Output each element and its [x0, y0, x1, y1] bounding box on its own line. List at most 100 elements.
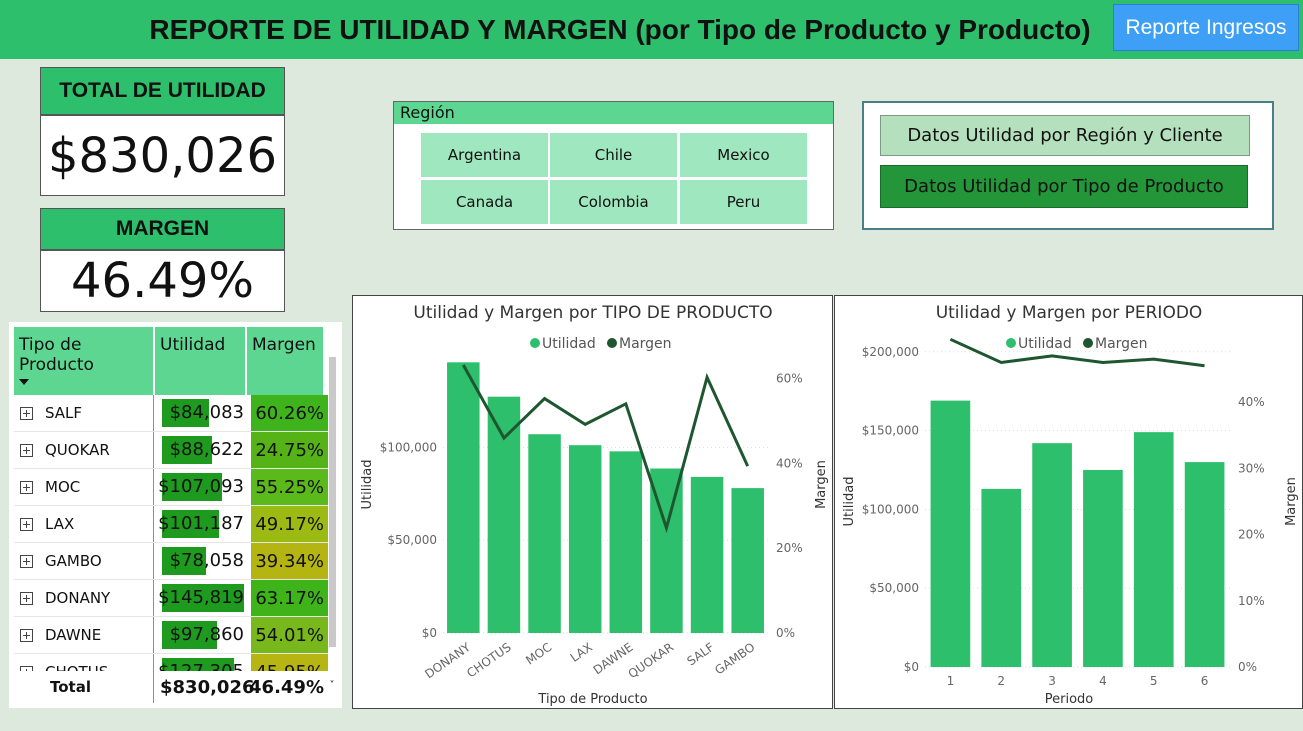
bar-utilidad: [447, 362, 480, 633]
expand-plus-icon[interactable]: [20, 591, 33, 605]
row-utilidad-cell: $78,058: [158, 543, 246, 579]
legend-dot-utilidad: [530, 338, 540, 348]
navigation-panel: Datos Utilidad por Región y Cliente Dato…: [862, 101, 1274, 230]
bar-utilidad: [1083, 469, 1123, 667]
column-header-utilidad[interactable]: Utilidad: [155, 327, 245, 395]
region-slicer-title: Región: [394, 102, 833, 124]
region-option-peru[interactable]: Peru: [680, 180, 807, 224]
y2-tick-label: 0%: [1238, 660, 1257, 674]
reporte-ingresos-button[interactable]: Reporte Ingresos: [1113, 4, 1299, 51]
x-tick-label: LAX: [568, 640, 595, 665]
y-tick-label: $100,000: [380, 440, 437, 454]
table-row[interactable]: MOC $107,093 55.25%: [14, 469, 328, 506]
row-name-cell: DAWNE: [14, 617, 154, 653]
table-row[interactable]: LAX $101,187 49.17%: [14, 506, 328, 543]
y-tick-label: $150,000: [862, 424, 919, 438]
table-scrollbar[interactable]: ˅: [327, 327, 337, 697]
margen-label: MARGEN: [40, 208, 285, 250]
table-row[interactable]: DONANY $145,819 63.17%: [14, 580, 328, 617]
bar-utilidad: [690, 476, 724, 633]
table-row[interactable]: GAMBO $78,058 39.34%: [14, 543, 328, 580]
bar-utilidad: [981, 488, 1022, 667]
region-option-canada[interactable]: Canada: [421, 180, 548, 224]
x-tick-label: 6: [1201, 674, 1209, 688]
scrollbar-thumb[interactable]: [329, 357, 336, 647]
row-product-name: SALF: [45, 404, 83, 422]
table-row[interactable]: CHOTUS $127,305 45.95%: [14, 654, 328, 671]
row-utilidad-cell: $84,083: [158, 395, 246, 431]
x-tick-label: CHOTUS: [464, 640, 513, 680]
y2-axis-title: Margen: [814, 460, 829, 509]
table-row[interactable]: DAWNE $97,860 54.01%: [14, 617, 328, 654]
row-product-name: DONANY: [45, 589, 111, 607]
y-tick-label: $200,000: [862, 345, 919, 359]
line-margen: [949, 337, 1205, 368]
y2-tick-label: 0%: [776, 626, 795, 640]
bar-utilidad: [528, 434, 561, 633]
margen-value: 46.49%: [40, 250, 285, 312]
row-name-cell: CHOTUS: [14, 654, 154, 671]
table-row[interactable]: QUOKAR $88,622 24.75%: [14, 432, 328, 469]
y-tick-label: $100,000: [862, 502, 919, 516]
column-header-tipo[interactable]: Tipo de Producto: [14, 327, 153, 395]
x-tick-label: 1: [947, 674, 955, 688]
row-margen: 54.01%: [251, 617, 328, 653]
region-option-chile[interactable]: Chile: [550, 133, 677, 177]
row-margen: 24.75%: [251, 432, 328, 468]
row-utilidad: $127,305: [158, 654, 244, 671]
row-product-name: CHOTUS: [45, 663, 108, 671]
row-utilidad: $88,622: [169, 439, 244, 460]
expand-plus-icon[interactable]: [20, 443, 33, 457]
total-margen: 46.49%: [249, 676, 324, 698]
datos-region-cliente-button[interactable]: Datos Utilidad por Región y Cliente: [880, 115, 1250, 156]
row-name-cell: SALF: [14, 395, 154, 431]
scroll-down-icon[interactable]: ˅: [327, 679, 337, 693]
x-tick-label: DONANY: [422, 640, 473, 682]
page-title: REPORTE DE UTILIDAD Y MARGEN (por Tipo d…: [149, 13, 1091, 45]
column-header-tipo-label: Tipo de Producto: [19, 335, 94, 375]
row-margen: 63.17%: [251, 580, 328, 616]
region-option-argentina[interactable]: Argentina: [421, 133, 548, 177]
x-tick-label: 2: [997, 674, 1005, 688]
row-margen: 60.26%: [251, 395, 328, 431]
y2-tick-label: 60%: [776, 371, 803, 385]
row-utilidad-cell: $88,622: [158, 432, 246, 468]
row-utilidad-cell: $127,305: [158, 654, 246, 671]
row-product-name: MOC: [45, 478, 81, 496]
table-row[interactable]: SALF $84,083 60.26%: [14, 395, 328, 432]
y-axis-title: Utilidad: [842, 477, 857, 527]
row-utilidad-cell: $145,819: [158, 580, 246, 616]
bar-utilidad: [1133, 432, 1174, 667]
region-option-colombia[interactable]: Colombia: [550, 180, 677, 224]
row-name-cell: DONANY: [14, 580, 154, 616]
bar-utilidad: [731, 488, 764, 633]
table-total-row: Total $830,026 46.49%: [14, 671, 328, 703]
row-utilidad: $97,860: [169, 624, 244, 645]
expand-plus-icon[interactable]: [20, 554, 33, 568]
bar-utilidad: [930, 400, 971, 667]
y2-tick-label: 20%: [776, 541, 803, 555]
chart-title: Utilidad y Margen por PERIODO: [936, 303, 1203, 323]
total-label: Total: [50, 678, 91, 696]
expand-plus-icon[interactable]: [20, 406, 33, 420]
row-utilidad-cell: $101,187: [158, 506, 246, 542]
total-utilidad-value: $830,026: [40, 115, 285, 196]
sort-down-icon: [19, 379, 29, 385]
legend-dot-utilidad: [1006, 338, 1016, 348]
legend-label-margen: Margen: [1095, 336, 1148, 352]
row-name-cell: QUOKAR: [14, 432, 154, 468]
row-product-name: LAX: [45, 515, 75, 533]
expand-plus-icon[interactable]: [20, 517, 33, 531]
expand-plus-icon[interactable]: [20, 628, 33, 642]
row-product-name: GAMBO: [45, 552, 102, 570]
x-tick-label: 4: [1099, 674, 1107, 688]
bar-utilidad: [1032, 443, 1072, 667]
y2-tick-label: 40%: [1238, 395, 1265, 409]
expand-plus-icon[interactable]: [20, 480, 33, 494]
legend-dot-margen: [607, 338, 617, 348]
datos-tipo-producto-button[interactable]: Datos Utilidad por Tipo de Producto: [880, 165, 1248, 208]
x-tick-label: SALF: [684, 640, 716, 669]
region-option-mexico[interactable]: Mexico: [680, 133, 807, 177]
x-tick-label: QUOKAR: [626, 640, 677, 681]
column-header-margen[interactable]: Margen: [247, 327, 323, 395]
